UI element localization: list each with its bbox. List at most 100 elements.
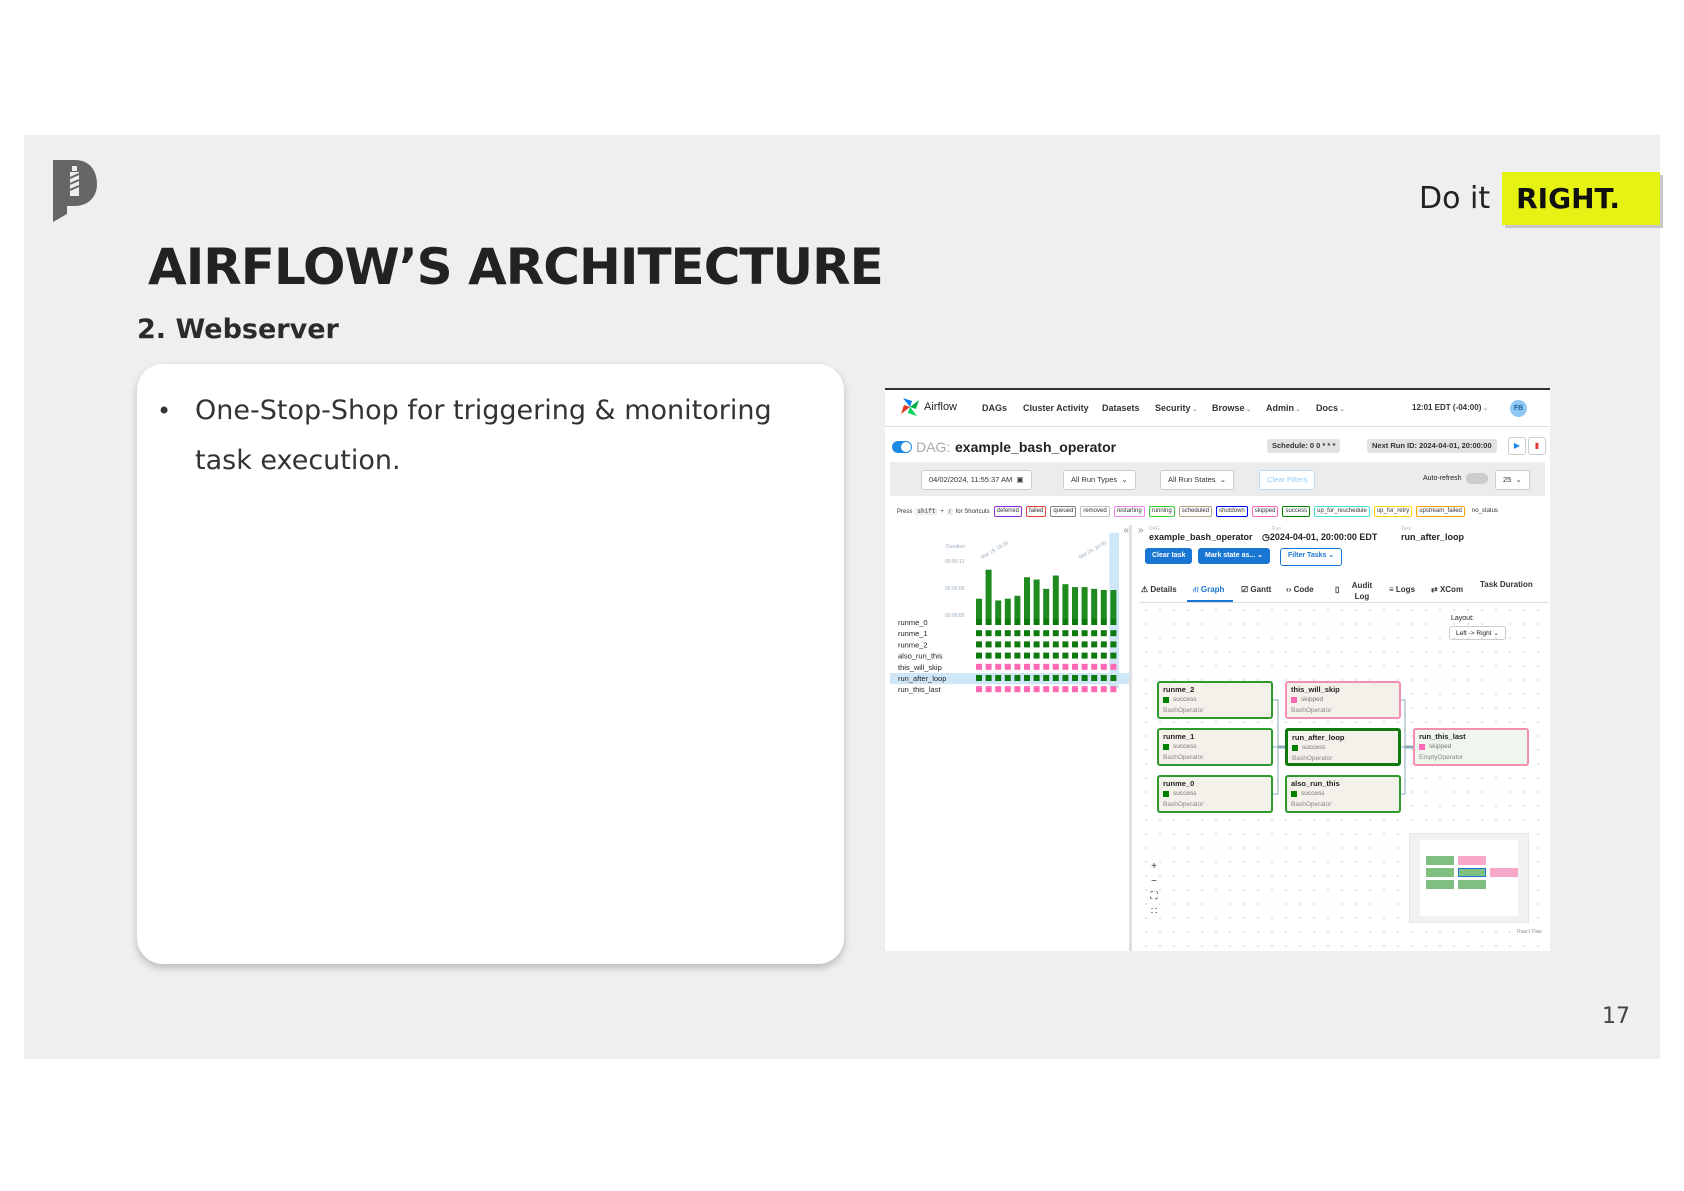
page-number: 17 (1602, 1004, 1630, 1029)
state-legend-item[interactable]: restarting (1113, 506, 1145, 517)
delete-dag-icon[interactable]: ▮ (1528, 437, 1546, 455)
run-states-select[interactable]: All Run States ⌄ (1160, 470, 1234, 490)
task-instance-cell (1072, 630, 1078, 637)
expand-icon[interactable]: » (1138, 525, 1144, 536)
task-instance-cell (1100, 641, 1107, 648)
duration-bar (1033, 579, 1040, 619)
tab-audit-log-label[interactable]: Audit Log (1349, 580, 1375, 602)
breadcrumb-task[interactable]: run_after_loop (1401, 532, 1464, 542)
task-node[interactable]: this_will_skip skipped BashOperator (1285, 681, 1401, 719)
nav-cluster-activity[interactable]: Cluster Activity (1023, 403, 1089, 413)
task-instance-cell (1033, 652, 1040, 659)
user-avatar[interactable]: FB (1510, 400, 1527, 417)
clear-filters-button[interactable]: Clear Filters (1259, 470, 1316, 490)
duration-bar (976, 598, 982, 619)
breadcrumb-run[interactable]: ◷2024-04-01, 20:00:00 EDT (1262, 532, 1377, 543)
nav-dags[interactable]: DAGs (982, 403, 1007, 413)
task-instance-cell (1014, 663, 1021, 670)
dag-pause-toggle[interactable] (892, 441, 912, 453)
airflow-brand[interactable]: Airflow (899, 396, 957, 418)
tagline-highlight: RIGHT. (1502, 172, 1660, 225)
tab-code[interactable]: ‹› Code (1286, 585, 1314, 594)
task-instance-cell (1100, 630, 1107, 637)
nav-docs[interactable]: Docs ⌄ (1316, 403, 1345, 413)
task-instance-cell (1072, 619, 1078, 625)
base-date-input[interactable]: 04/02/2024, 11:55:37 AM ▣ (921, 470, 1032, 490)
task-instance-cell (1052, 686, 1059, 693)
task-instance-cell (1072, 663, 1078, 670)
task-node[interactable]: runme_0 success BashOperator (1157, 775, 1273, 813)
tab-details[interactable]: ⚠ Details (1141, 585, 1177, 594)
duration-tick-label: 00:00:06 (945, 586, 965, 592)
state-legend-item[interactable]: skipped (1251, 506, 1279, 517)
state-legend-item[interactable]: queued (1050, 506, 1077, 517)
state-legend-item[interactable]: success (1282, 506, 1311, 517)
minimap[interactable] (1409, 833, 1529, 923)
node-name: this_will_skip (1291, 685, 1340, 694)
state-legend-item[interactable]: up_for_retry (1373, 506, 1413, 517)
tab-xcom-label: XCom (1439, 585, 1464, 594)
task-instance-cell (995, 675, 1002, 681)
gantt-icon: ☑ (1241, 585, 1249, 594)
fit-view-icon[interactable]: ⛶ (1147, 889, 1161, 904)
tab-graph[interactable]: ⛙ Graph (1193, 585, 1224, 595)
nav-admin[interactable]: Admin ⌄ (1266, 403, 1301, 413)
tab-logs[interactable]: ≡ Logs (1389, 585, 1415, 594)
zoom-in-icon[interactable]: + (1147, 859, 1161, 874)
auto-refresh-toggle[interactable] (1466, 473, 1488, 484)
grid-task-name: runme_0 (898, 618, 928, 627)
grid-view: Duration 00:00:12 00:00:06 00:00:00 Mar 19, … (890, 532, 1130, 694)
tab-gantt[interactable]: ☑ Gantt (1241, 585, 1271, 594)
task-instance-cell (1062, 663, 1069, 670)
nav-datasets[interactable]: Datasets (1102, 403, 1140, 413)
nav-browse[interactable]: Browse ⌄ (1212, 403, 1251, 413)
filter-tasks-button[interactable]: Filter Tasks ⌄ (1280, 548, 1343, 566)
task-node-selected[interactable]: run_after_loop success BashOperator (1285, 728, 1401, 766)
state-legend-item[interactable]: up_for_reschedule (1314, 506, 1370, 517)
trigger-dag-icon[interactable]: ▶ (1508, 437, 1526, 455)
state-legend-item[interactable]: scheduled (1178, 506, 1213, 517)
task-instance-cell (1091, 675, 1098, 681)
mark-state-button[interactable]: Mark state as... ⌄ (1198, 548, 1271, 564)
breadcrumb-dag[interactable]: example_bash_operator (1149, 532, 1253, 542)
nav-security[interactable]: Security ⌄ (1155, 403, 1197, 413)
task-instance-cell (1081, 619, 1088, 625)
task-instance-cell (1110, 652, 1117, 659)
clock-display[interactable]: 12:01 EDT (-04:00) ⌄ (1412, 403, 1488, 412)
nav-caret-icon: ⌄ (1294, 407, 1301, 413)
state-legend-item[interactable]: shutdown (1216, 506, 1248, 517)
task-node[interactable]: runme_1 success BashOperator (1157, 728, 1273, 766)
task-instance-cell (1004, 619, 1011, 625)
tab-xcom[interactable]: ⇄ XCom (1431, 585, 1463, 594)
tab-audit-log[interactable]: ▯ (1335, 585, 1339, 594)
state-legend-item[interactable]: deferred (993, 506, 1022, 517)
task-detail-pane: » DAG Run Task example_bash_operator ◷20… (1135, 525, 1550, 951)
node-state: success (1163, 790, 1196, 797)
task-instance-cell (985, 619, 992, 625)
task-instance-cell (1062, 619, 1069, 625)
state-legend-item[interactable]: running (1148, 506, 1175, 517)
lock-icon[interactable]: ∷ (1147, 904, 1161, 919)
state-legend-item[interactable]: removed (1080, 506, 1110, 517)
run-types-select[interactable]: All Run Types ⌄ (1063, 470, 1136, 490)
graph-canvas[interactable]: Layout: Left -> Right ⌄ runme_2 success … (1139, 603, 1549, 951)
page-size-select[interactable]: 25 ⌄ (1495, 470, 1530, 490)
task-instance-cell (1004, 641, 1011, 648)
zoom-out-icon[interactable]: − (1147, 874, 1161, 889)
task-node[interactable]: also_run_this success BashOperator (1285, 775, 1401, 813)
date-label: Mar 19, 19:26 (980, 540, 1010, 561)
minimap-node (1458, 868, 1486, 877)
task-instance-cell (1033, 663, 1040, 670)
state-legend-item[interactable]: no_status (1469, 506, 1501, 517)
state-legend-item[interactable]: upstream_failed (1416, 506, 1465, 517)
date-label: Mar 20, 20:00 (1078, 540, 1108, 561)
task-node[interactable]: run_this_last skipped EmptyOperator (1413, 728, 1529, 766)
task-node[interactable]: runme_2 success BashOperator (1157, 681, 1273, 719)
duration-tick-label: 00:00:00 (945, 613, 965, 619)
state-legend-item[interactable]: failed (1025, 506, 1047, 517)
clear-task-button[interactable]: Clear task (1145, 548, 1193, 564)
task-instance-cell (1004, 675, 1011, 681)
task-instance-cell (1100, 686, 1107, 693)
pane-divider[interactable] (1129, 525, 1132, 951)
tab-task-duration[interactable]: Task Duration (1480, 580, 1533, 589)
